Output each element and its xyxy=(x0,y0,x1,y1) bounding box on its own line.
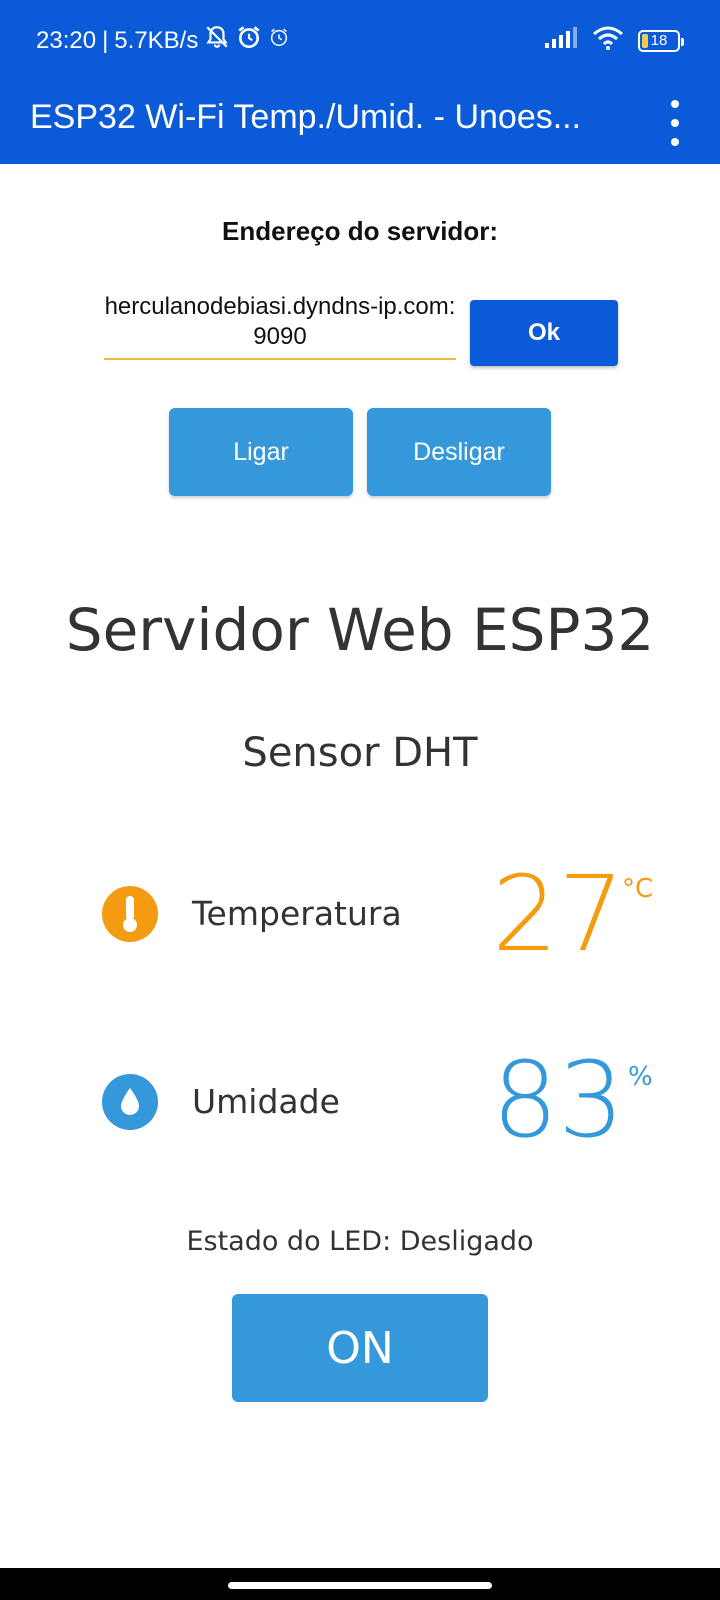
app-bar: ESP32 Wi-Fi Temp./Umid. - Unoes... xyxy=(0,82,720,164)
status-separator: | xyxy=(102,26,109,54)
status-time: 23:20 xyxy=(36,26,97,54)
page-title: Servidor Web ESP32 xyxy=(65,596,655,664)
app-title: ESP32 Wi-Fi Temp./Umid. - Unoes... xyxy=(30,98,582,136)
status-bar: 23:20 | 5.7KB/s 18 xyxy=(0,0,720,82)
thermometer-icon xyxy=(102,886,158,942)
desligar-button[interactable]: Desligar xyxy=(367,408,551,496)
battery-level: 18 xyxy=(650,32,668,49)
humidity-label: Umidade xyxy=(192,1082,340,1121)
server-address-input[interactable]: herculanodebiasi.dyndns-ip.com:9090 xyxy=(104,292,456,360)
signal-icon xyxy=(544,27,578,54)
wifi-icon xyxy=(592,26,624,55)
status-right: 18 xyxy=(544,26,684,55)
server-address-label: Endereço do servidor: xyxy=(222,216,498,246)
on-button[interactable]: ON xyxy=(232,1294,488,1402)
network-speed: 5.7KB/s xyxy=(114,26,199,54)
page-subtitle: Sensor DHT xyxy=(242,730,478,776)
alarm-clock-icon xyxy=(236,24,262,57)
alarm-icon xyxy=(268,26,290,55)
led-state-text: Estado do LED: Desligado xyxy=(186,1226,534,1257)
ligar-button[interactable]: Ligar xyxy=(169,408,353,496)
humidity-value: 83 xyxy=(492,1039,625,1161)
status-left: 23:20 | 5.7KB/s xyxy=(36,24,290,57)
bell-off-icon xyxy=(204,24,230,57)
more-vert-icon[interactable] xyxy=(670,100,680,146)
battery-icon: 18 xyxy=(638,29,684,52)
home-gesture-handle[interactable] xyxy=(228,1582,492,1589)
temperature-label: Temperatura xyxy=(192,894,402,933)
water-drop-icon xyxy=(102,1074,158,1130)
temperature-unit: °C xyxy=(622,874,654,904)
temperature-value: 27 xyxy=(492,853,625,975)
ok-button[interactable]: Ok xyxy=(470,300,618,366)
navigation-bar xyxy=(0,1568,720,1600)
humidity-unit: % xyxy=(628,1062,653,1092)
